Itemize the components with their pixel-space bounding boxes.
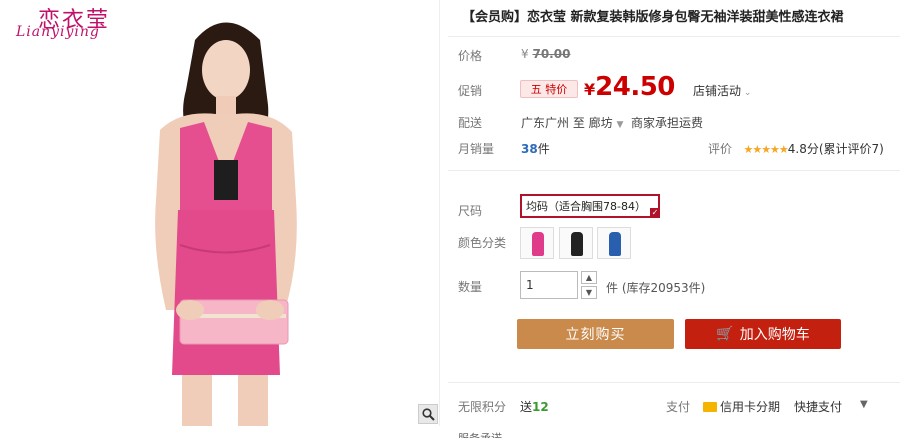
quantity-label: 数量 bbox=[458, 280, 483, 294]
caret-down-icon[interactable]: ▼ bbox=[616, 120, 623, 130]
color-swatch-black[interactable] bbox=[559, 227, 593, 259]
points-value: 送12 bbox=[520, 400, 549, 414]
caret-down-icon[interactable]: ▼ bbox=[860, 399, 868, 410]
zoom-icon[interactable] bbox=[418, 404, 438, 424]
shop-activity-dropdown[interactable]: 店铺活动 ⌄ bbox=[693, 82, 751, 99]
credit-card-icon bbox=[703, 402, 717, 412]
divider bbox=[448, 36, 900, 37]
quantity-input[interactable]: 1 bbox=[520, 271, 578, 299]
color-swatch-pink[interactable] bbox=[520, 227, 554, 259]
promo-badge: 五 特价 bbox=[520, 80, 578, 98]
shipping-label: 配送 bbox=[458, 116, 483, 130]
product-photo bbox=[155, 22, 297, 426]
pay-label: 支付 bbox=[666, 400, 691, 414]
add-to-cart-button[interactable]: 🛒 加入购物车 bbox=[685, 319, 841, 349]
pay-fast[interactable]: 快捷支付 bbox=[794, 398, 842, 415]
divider bbox=[448, 170, 900, 171]
service-label: 服务承诺 bbox=[458, 430, 502, 438]
sales-label: 月销量 bbox=[458, 142, 495, 156]
stock-text: 件 (库存20953件) bbox=[606, 281, 706, 295]
color-label: 颜色分类 bbox=[458, 236, 507, 250]
rating-info[interactable]: 评价 ★★★★★4.8分(累计评价7) bbox=[708, 140, 884, 157]
original-price: ¥ 70.00 bbox=[521, 47, 571, 61]
size-label: 尺码 bbox=[458, 204, 483, 218]
product-title: 【会员购】恋衣莹 新款复装韩版修身包臀无袖洋装甜美性感连衣裙 bbox=[462, 10, 844, 25]
cart-icon: 🛒 bbox=[716, 326, 734, 342]
points-label: 无限积分 bbox=[458, 400, 507, 414]
sales-count: 38件 bbox=[521, 142, 550, 156]
rating-stars: ★★★★★ bbox=[743, 143, 788, 156]
pay-credit-card[interactable]: 信用卡分期 bbox=[703, 398, 780, 415]
check-icon: ✓ bbox=[650, 208, 660, 218]
chevron-down-icon: ⌄ bbox=[741, 88, 752, 98]
price-label: 价格 bbox=[458, 49, 483, 63]
divider bbox=[448, 382, 900, 383]
color-swatch-blue[interactable] bbox=[597, 227, 631, 259]
quantity-down-icon[interactable]: ▼ bbox=[581, 286, 597, 299]
product-image-panel: 恋衣莹 Lianyiying bbox=[0, 0, 440, 426]
brand-logo-en: Lianyiying bbox=[16, 24, 100, 40]
quantity-up-icon[interactable]: ▲ bbox=[581, 271, 597, 284]
buy-now-button[interactable]: 立刻购买 bbox=[517, 319, 674, 349]
promo-label: 促销 bbox=[458, 84, 483, 98]
shipping-info: 广东广州 至 廊坊 ▼ 商家承担运费 bbox=[521, 116, 704, 130]
promo-price: ¥24.50 bbox=[584, 72, 675, 102]
size-option[interactable]: 均码（适合胸围78-84） ✓ bbox=[520, 194, 660, 218]
